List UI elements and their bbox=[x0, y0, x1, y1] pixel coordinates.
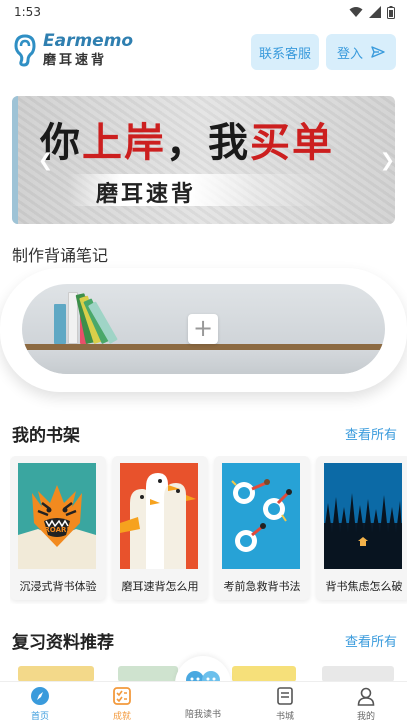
tab-bookstore-label: 书城 bbox=[275, 712, 294, 722]
review-see-all-link[interactable]: 查看所有 bbox=[345, 631, 397, 650]
book-icon bbox=[277, 687, 293, 705]
tab-achievements-label: 成就 bbox=[112, 712, 131, 722]
tab-bookstore[interactable]: 书城 bbox=[250, 682, 320, 723]
bookshelf-list: ROAR! 沉浸式背书体验 磨耳速背怎么用 考前急救背书法 背书焦虑怎么破 bbox=[10, 456, 407, 604]
tab-home-label: 首页 bbox=[30, 712, 49, 722]
tab-achievements[interactable]: 成就 bbox=[87, 682, 157, 723]
tab-profile-label: 我的 bbox=[356, 712, 375, 722]
banner-prev-icon[interactable]: ❮ bbox=[38, 150, 53, 171]
send-icon bbox=[371, 46, 385, 58]
battery-icon bbox=[387, 5, 395, 19]
headline-part-3: ，我 bbox=[166, 120, 250, 166]
promo-banner[interactable]: 你上岸，我买单 磨耳速背 ❮ ❯ bbox=[12, 96, 395, 224]
banner-subtitle: 磨耳速背 bbox=[96, 182, 197, 207]
book-title: 磨耳速背怎么用 bbox=[121, 580, 199, 593]
wifi-icon bbox=[349, 7, 363, 17]
bottom-tab-bar: 首页 成就 陪我读书 书城 我的 bbox=[0, 681, 407, 723]
banner-edge-left bbox=[12, 96, 18, 224]
review-card-peek[interactable] bbox=[322, 666, 394, 682]
review-card-peek[interactable] bbox=[232, 666, 296, 682]
book-card[interactable]: 磨耳速背怎么用 bbox=[112, 456, 208, 600]
book-title: 考前急救背书法 bbox=[223, 580, 301, 593]
svg-text:ROAR!: ROAR! bbox=[44, 526, 69, 534]
book-cover-pool bbox=[222, 463, 300, 569]
review-materials-header: 复习资料推荐 查看所有 bbox=[12, 628, 397, 653]
status-bar: 1:53 bbox=[0, 0, 407, 24]
login-button[interactable]: 登入 bbox=[326, 34, 396, 70]
compass-icon bbox=[31, 687, 49, 705]
headline-part-4: 买单 bbox=[250, 120, 334, 166]
review-materials-title: 复习资料推荐 bbox=[12, 633, 114, 653]
book-title: 沉浸式背书体验 bbox=[19, 580, 97, 593]
tab-read-label: 陪我读书 bbox=[184, 710, 221, 720]
headline-part-2: 上岸 bbox=[82, 120, 166, 166]
review-card-peek[interactable] bbox=[18, 666, 94, 682]
signal-icon bbox=[369, 6, 381, 18]
book-card[interactable]: 背书焦虑怎么破 bbox=[316, 456, 407, 600]
checklist-icon bbox=[113, 687, 131, 705]
book-spine bbox=[54, 304, 66, 344]
app-header: Earmemo 磨耳速背 联系客服 登入 bbox=[0, 26, 407, 82]
status-icons bbox=[349, 5, 395, 19]
book-cover-tiger: ROAR! bbox=[18, 463, 96, 569]
add-note-button[interactable]: + bbox=[188, 314, 218, 344]
banner-next-icon[interactable]: ❯ bbox=[380, 150, 395, 171]
login-label: 登入 bbox=[336, 46, 363, 62]
review-card-peek[interactable] bbox=[118, 666, 178, 682]
ear-logo-icon bbox=[14, 34, 36, 67]
shelf-wall bbox=[22, 350, 385, 374]
book-title: 背书焦虑怎么破 bbox=[325, 580, 403, 593]
make-notes-title: 制作背诵笔记 bbox=[12, 246, 109, 265]
book-cover-forest bbox=[324, 463, 402, 569]
my-bookshelf-header: 我的书架 查看所有 bbox=[12, 421, 397, 446]
user-icon bbox=[357, 687, 375, 706]
tab-profile[interactable]: 我的 bbox=[331, 682, 401, 723]
bookshelf-see-all-link[interactable]: 查看所有 bbox=[345, 424, 397, 443]
logo-english: Earmemo bbox=[43, 31, 134, 51]
banner-headline: 你上岸，我买单 bbox=[40, 110, 334, 168]
app-logo: Earmemo 磨耳速背 bbox=[12, 32, 133, 68]
my-bookshelf-title: 我的书架 bbox=[12, 426, 80, 446]
tab-home[interactable]: 首页 bbox=[5, 682, 75, 723]
book-card[interactable]: 考前急救背书法 bbox=[214, 456, 310, 600]
contact-service-button[interactable]: 联系客服 bbox=[251, 34, 319, 70]
logo-chinese: 磨耳速背 bbox=[43, 53, 108, 68]
status-time: 1:53 bbox=[14, 5, 41, 19]
book-cover-birds bbox=[120, 463, 198, 569]
book-card[interactable]: ROAR! 沉浸式背书体验 bbox=[10, 456, 106, 600]
tab-read-with-me[interactable]: 陪我读书 bbox=[168, 682, 238, 723]
